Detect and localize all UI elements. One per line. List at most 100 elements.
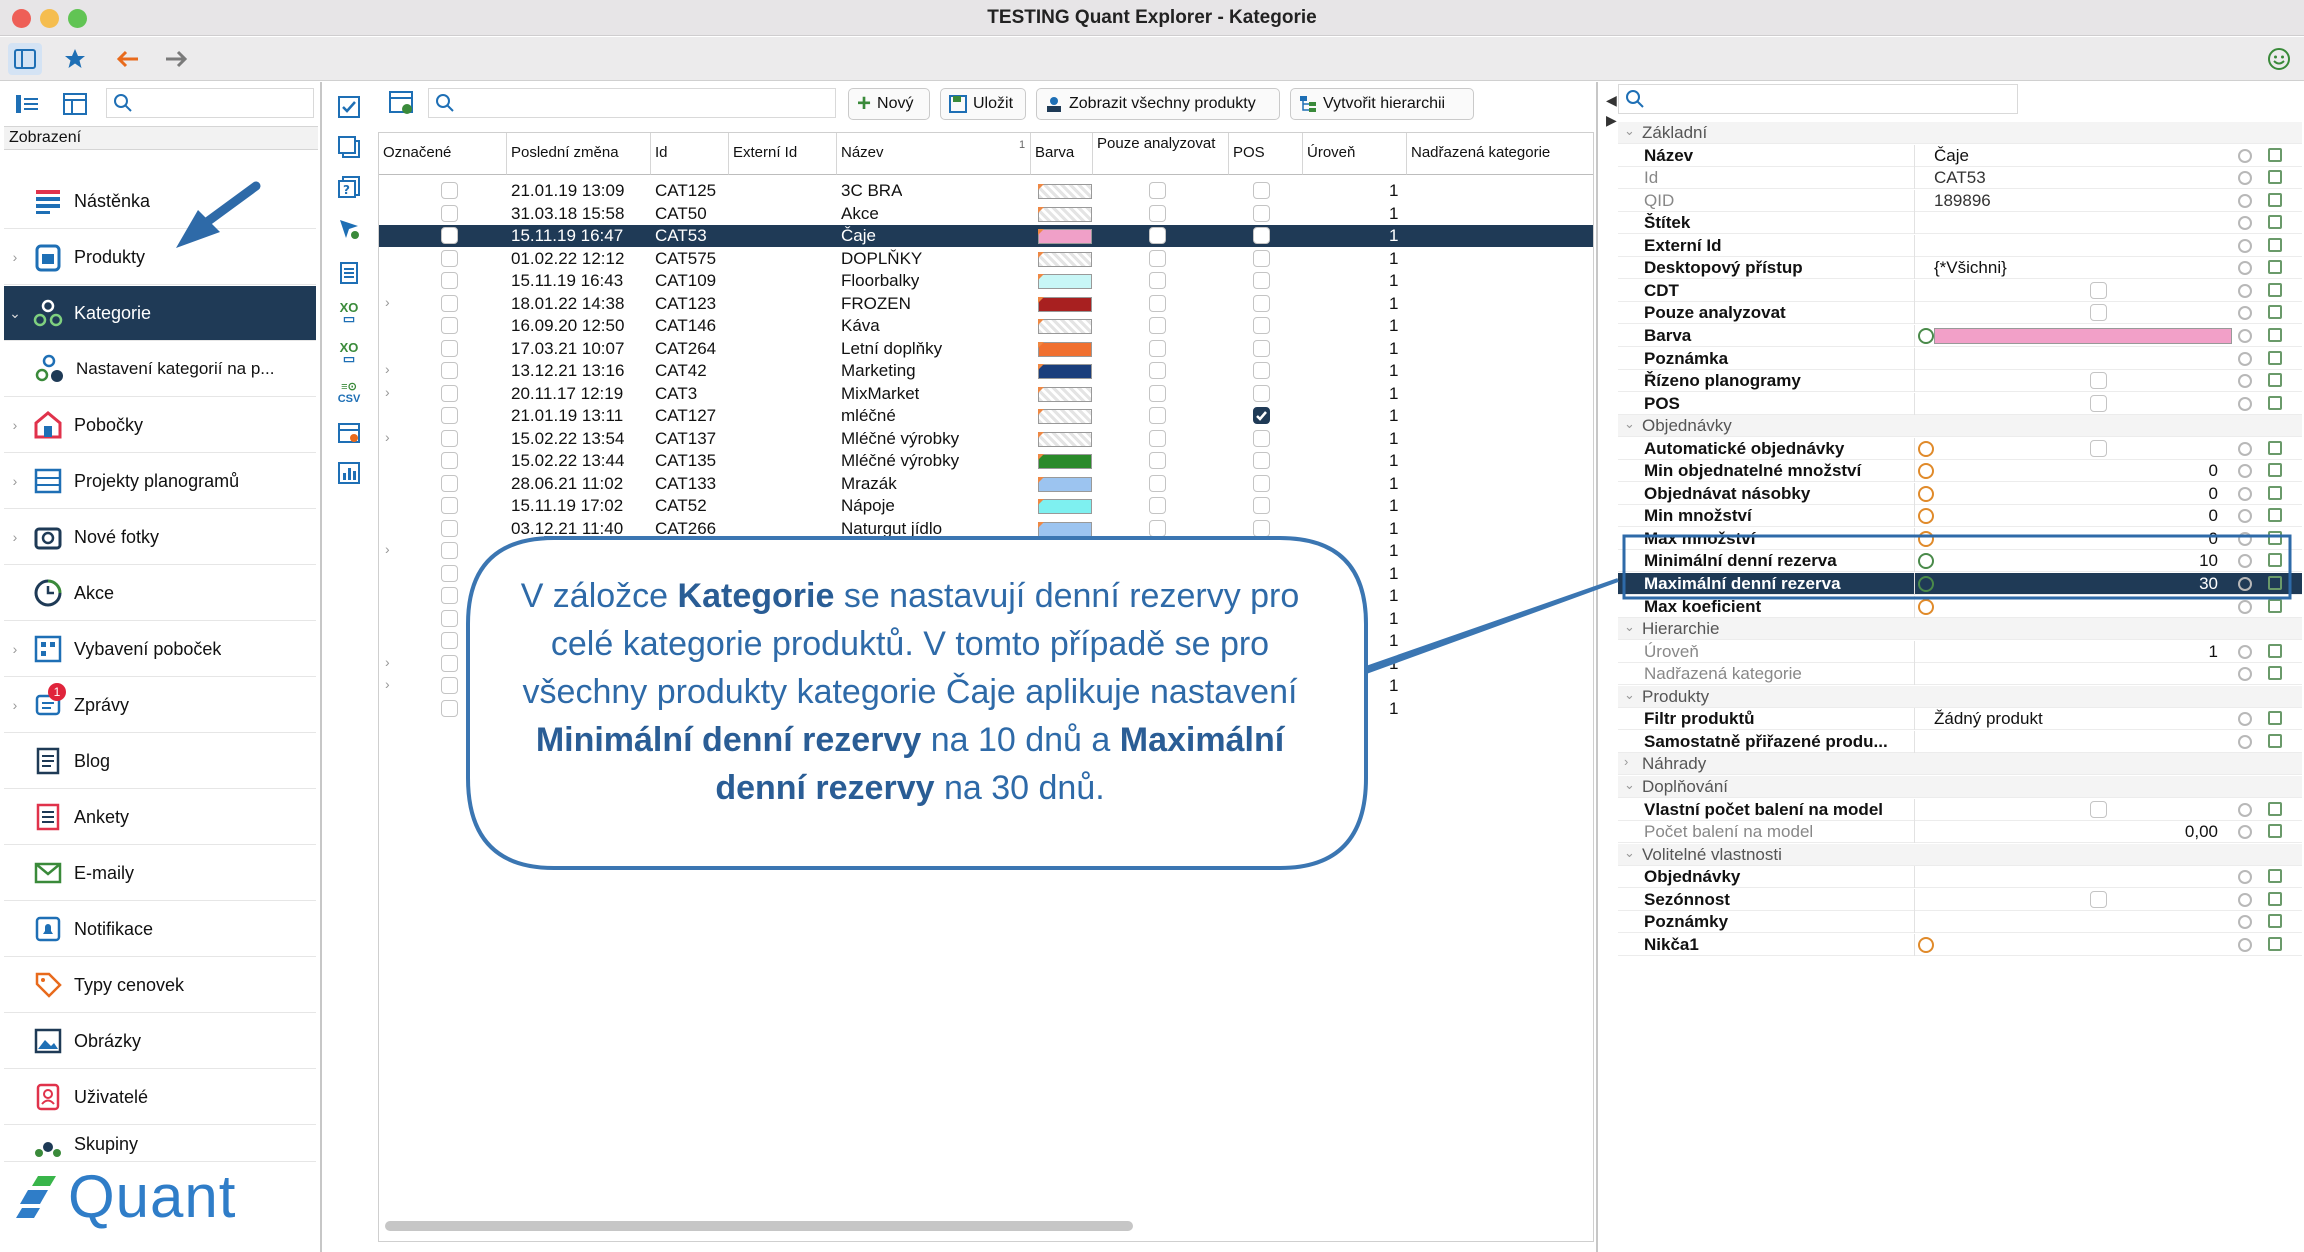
pos-checkbox[interactable] bbox=[1253, 182, 1270, 199]
pos-checkbox[interactable] bbox=[1253, 429, 1270, 447]
analyze-only-checkbox[interactable] bbox=[1149, 272, 1166, 289]
analyze-only-checkbox[interactable] bbox=[1149, 474, 1166, 492]
column-header-pos[interactable]: POS bbox=[1229, 133, 1303, 175]
favorites-star-icon[interactable] bbox=[58, 43, 92, 75]
sidebar-item-emails[interactable]: E-maily bbox=[4, 846, 316, 901]
edit-value-icon[interactable] bbox=[2268, 282, 2282, 297]
reset-value-icon[interactable] bbox=[2238, 667, 2252, 682]
column-header-parent-category[interactable]: Nadřazená kategorie bbox=[1407, 133, 1593, 175]
property-group[interactable]: ⌄ Hierarchie bbox=[1618, 618, 2302, 641]
analyze-only-checkbox[interactable] bbox=[1149, 317, 1166, 334]
expand-panel-icon[interactable]: ▶ bbox=[1606, 112, 1617, 129]
table-row[interactable]: 28.06.21 11:02 CAT133 Mrazák 1 bbox=[379, 473, 1593, 495]
property-number-value[interactable]: 0 bbox=[2209, 529, 2218, 549]
edit-value-icon[interactable] bbox=[2268, 666, 2282, 681]
analyze-only-checkbox[interactable] bbox=[1149, 497, 1166, 514]
edit-value-icon[interactable] bbox=[2268, 215, 2282, 230]
edit-value-icon[interactable] bbox=[2268, 801, 2282, 816]
pos-checkbox[interactable] bbox=[1253, 272, 1270, 289]
property-value[interactable]: 189896 bbox=[1934, 191, 1991, 211]
pos-checkbox[interactable] bbox=[1253, 317, 1270, 334]
reset-value-icon[interactable] bbox=[2238, 734, 2252, 749]
table-row[interactable]: 21.01.19 13:09 CAT125 3C BRA 1 bbox=[379, 180, 1593, 202]
property-number-value[interactable]: 1 bbox=[2209, 642, 2218, 662]
expand-row-icon[interactable]: › bbox=[385, 361, 390, 381]
analyze-only-checkbox[interactable] bbox=[1149, 294, 1166, 312]
property-checkbox[interactable] bbox=[2090, 890, 2107, 908]
marked-checkbox[interactable] bbox=[441, 362, 458, 379]
table-row[interactable]: › 1 bbox=[379, 540, 1593, 562]
property-row[interactable]: Úroveň 1 bbox=[1618, 640, 2302, 663]
order-settings-icon[interactable] bbox=[1918, 440, 1934, 457]
property-number-value[interactable]: 30 bbox=[2199, 574, 2218, 594]
property-checkbox[interactable] bbox=[2090, 372, 2107, 390]
edit-value-icon[interactable] bbox=[2268, 463, 2282, 478]
sidebar-item-price-tags[interactable]: Typy cenovek bbox=[4, 958, 316, 1013]
order-settings-icon[interactable] bbox=[1918, 530, 1934, 547]
property-row[interactable]: POS bbox=[1618, 392, 2302, 415]
sidebar-item-stores[interactable]: › Pobočky bbox=[4, 398, 316, 453]
xo-export-icon[interactable]: XO ▭ bbox=[334, 298, 364, 328]
table-export-icon[interactable] bbox=[334, 418, 364, 448]
expand-row-icon[interactable]: › bbox=[385, 429, 390, 449]
sidebar-item-category-settings[interactable]: Nastavení kategorií na p... bbox=[4, 342, 316, 397]
marked-checkbox[interactable] bbox=[441, 452, 458, 469]
reset-value-icon[interactable] bbox=[2238, 486, 2252, 501]
edit-value-icon[interactable] bbox=[2268, 147, 2282, 162]
analyze-only-checkbox[interactable] bbox=[1149, 182, 1166, 199]
copy-icon[interactable] bbox=[334, 132, 364, 162]
pos-checkbox[interactable] bbox=[1253, 497, 1270, 514]
save-button[interactable]: Uložit bbox=[940, 88, 1026, 120]
property-row[interactable]: Min množství 0 bbox=[1618, 505, 2302, 528]
property-number-value[interactable]: 0,00 bbox=[2185, 822, 2218, 842]
reset-value-icon[interactable] bbox=[2238, 802, 2252, 817]
expand-row-icon[interactable]: › bbox=[385, 654, 390, 674]
column-header-last-change[interactable]: Poslední změna bbox=[507, 133, 651, 175]
marked-checkbox[interactable] bbox=[441, 699, 458, 717]
table-row[interactable]: 15.02.22 13:44 CAT135 Mléčné výrobky 1 bbox=[379, 450, 1593, 472]
reset-value-icon[interactable] bbox=[2238, 441, 2252, 456]
chevron-down-icon[interactable]: ⌄ bbox=[1624, 416, 1635, 432]
property-row[interactable]: Štítek bbox=[1618, 212, 2302, 235]
reset-value-icon[interactable] bbox=[2238, 171, 2252, 186]
reset-value-icon[interactable] bbox=[2238, 328, 2252, 343]
marked-checkbox[interactable] bbox=[441, 474, 458, 492]
property-row[interactable]: Automatické objednávky bbox=[1618, 437, 2302, 460]
sidebar-item-images[interactable]: Obrázky bbox=[4, 1014, 316, 1069]
table-row[interactable]: 16.09.20 12:50 CAT146 Káva 1 bbox=[379, 315, 1593, 337]
sidebar-item-notifications[interactable]: Notifikace bbox=[4, 902, 316, 957]
analyze-only-checkbox[interactable] bbox=[1149, 407, 1166, 424]
property-group[interactable]: ⌄ Volitelné vlastnosti bbox=[1618, 843, 2302, 866]
pos-checkbox[interactable] bbox=[1253, 227, 1270, 244]
reset-value-icon[interactable] bbox=[2238, 531, 2252, 546]
marked-checkbox[interactable] bbox=[441, 204, 458, 222]
edit-value-icon[interactable] bbox=[2268, 869, 2282, 884]
edit-value-icon[interactable] bbox=[2268, 733, 2282, 748]
edit-value-icon[interactable] bbox=[2268, 485, 2282, 500]
analyze-only-checkbox[interactable] bbox=[1149, 204, 1166, 222]
chevron-down-icon[interactable]: ⌄ bbox=[1624, 123, 1635, 139]
pos-checkbox[interactable] bbox=[1253, 339, 1270, 357]
property-group[interactable]: ⌄ Produkty bbox=[1618, 685, 2302, 708]
property-row[interactable]: Max koeficient bbox=[1618, 595, 2302, 618]
edit-value-icon[interactable] bbox=[2268, 711, 2282, 726]
property-checkbox[interactable] bbox=[2090, 304, 2107, 322]
edit-value-icon[interactable] bbox=[2268, 395, 2282, 410]
marked-checkbox[interactable] bbox=[441, 227, 458, 244]
reset-value-icon[interactable] bbox=[2238, 216, 2252, 231]
property-row[interactable]: Vlastní počet balení na model bbox=[1618, 798, 2302, 821]
edit-value-icon[interactable] bbox=[2268, 824, 2282, 839]
edit-value-icon[interactable] bbox=[2268, 373, 2282, 388]
tree-view-icon[interactable] bbox=[14, 92, 40, 116]
reset-value-icon[interactable] bbox=[2238, 892, 2252, 907]
marked-checkbox[interactable] bbox=[441, 519, 458, 537]
property-row[interactable]: Barva bbox=[1618, 324, 2302, 347]
property-group[interactable]: ⌄ Objednávky bbox=[1618, 415, 2302, 438]
marked-checkbox[interactable] bbox=[441, 542, 458, 559]
marked-checkbox[interactable] bbox=[441, 407, 458, 424]
table-row[interactable]: 17.03.21 10:07 CAT264 Letní doplňky 1 bbox=[379, 338, 1593, 360]
marked-checkbox[interactable] bbox=[441, 249, 458, 267]
edit-value-icon[interactable] bbox=[2268, 327, 2282, 342]
chevron-down-icon[interactable]: ⌄ bbox=[1624, 619, 1635, 635]
property-row[interactable]: Počet balení na model 0,00 bbox=[1618, 821, 2302, 844]
